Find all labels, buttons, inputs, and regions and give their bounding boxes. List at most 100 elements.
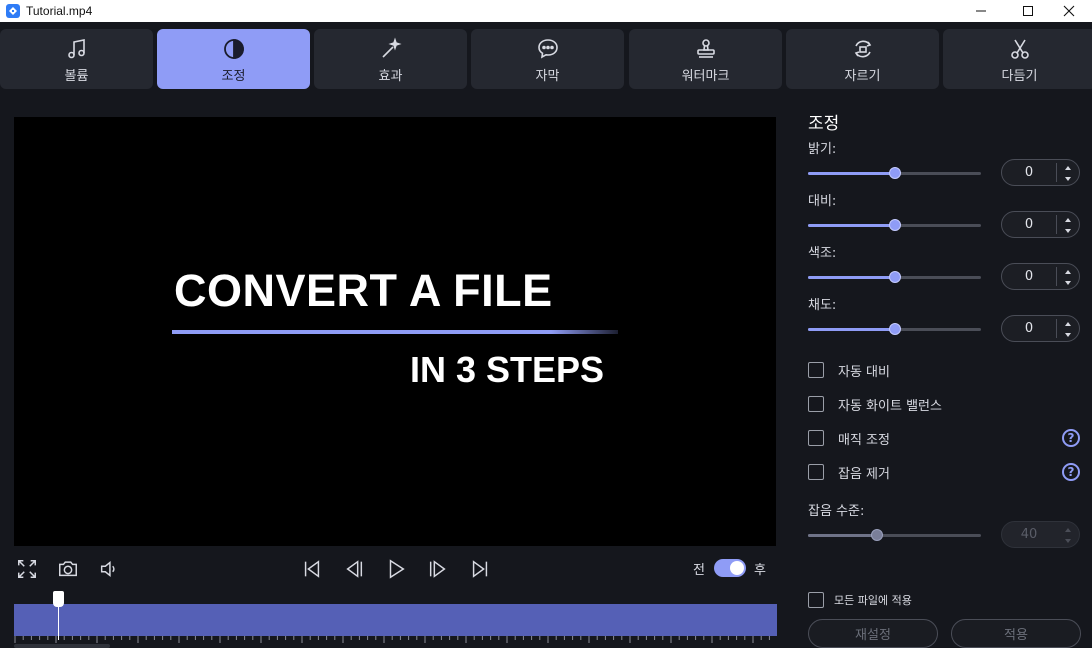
maximize-icon — [1023, 6, 1033, 16]
denoise-help-icon[interactable]: ? — [1062, 463, 1080, 481]
before-label: 전 — [693, 563, 705, 578]
camera-icon — [59, 561, 77, 577]
toggle-knob — [730, 561, 744, 575]
slider-fill — [808, 172, 895, 175]
scissors-icon — [1010, 39, 1029, 59]
hue-spinbox[interactable]: 0 — [1001, 263, 1080, 290]
tab-watermark[interactable]: 워터마크 — [629, 29, 782, 89]
speech-bubble-icon — [537, 38, 558, 58]
magic-adjust-option[interactable]: 매직 조정 — [808, 429, 890, 448]
auto-white-balance-checkbox[interactable] — [808, 396, 824, 412]
saturation-slider[interactable] — [808, 323, 981, 335]
checkbox-label: 자동 대비 — [838, 364, 890, 380]
previous-frame-button[interactable] — [341, 556, 367, 582]
spin-down-icon[interactable] — [1064, 280, 1072, 286]
tab-label: 자막 — [535, 68, 560, 84]
saturation-spinbox[interactable]: 0 — [1001, 315, 1080, 342]
auto-contrast-checkbox[interactable] — [808, 362, 824, 378]
checkbox-label: 자동 화이트 밸런스 — [838, 398, 942, 414]
slider-thumb[interactable] — [888, 167, 901, 179]
auto-contrast-option[interactable]: 자동 대비 — [808, 361, 890, 380]
brightness-value[interactable]: 0 — [1002, 160, 1056, 185]
spin-up-icon[interactable] — [1064, 269, 1072, 275]
timeline-ruler — [14, 636, 770, 643]
checkbox-label: 매직 조정 — [838, 432, 890, 448]
tab-subtitles[interactable]: 자막 — [471, 29, 624, 89]
saturation-label: 채도: — [808, 298, 837, 313]
tab-adjust[interactable]: 조정 — [157, 29, 310, 89]
saturation-value[interactable]: 0 — [1002, 316, 1056, 341]
timeline-track[interactable] — [14, 604, 777, 636]
slider-thumb[interactable] — [888, 323, 901, 335]
step-forward-icon — [429, 560, 446, 578]
fullscreen-icon — [18, 560, 36, 578]
magic-adjust-checkbox[interactable] — [808, 430, 824, 446]
music-note-icon — [67, 38, 85, 58]
tab-label: 조정 — [221, 68, 246, 84]
tool-tabs: 볼륨 조정 효과 자막 워터마크 자르기 다듬기 — [0, 29, 1092, 89]
minimize-button[interactable] — [958, 0, 1004, 22]
brightness-spinbox[interactable]: 0 — [1001, 159, 1080, 186]
contrast-spinbox[interactable]: 0 — [1001, 211, 1080, 238]
slider-thumb[interactable] — [888, 219, 901, 231]
noise-level-value[interactable]: 40 — [1002, 522, 1056, 547]
spin-up-icon[interactable] — [1064, 165, 1072, 171]
spin-down-icon[interactable] — [1064, 228, 1072, 234]
noise-level-spinbox[interactable]: 40 — [1001, 521, 1080, 548]
next-frame-button[interactable] — [425, 556, 451, 582]
brightness-label: 밝기: — [808, 142, 837, 157]
apply-all-checkbox[interactable] — [808, 592, 824, 608]
spin-down-icon[interactable] — [1064, 538, 1072, 544]
spin-up-icon[interactable] — [1064, 321, 1072, 327]
auto-white-balance-option[interactable]: 자동 화이트 밸런스 — [808, 395, 942, 414]
slider-thumb[interactable] — [871, 529, 884, 541]
tab-crop[interactable]: 자르기 — [786, 29, 939, 89]
step-back-icon — [346, 560, 363, 578]
tab-volume[interactable]: 볼륨 — [0, 29, 153, 89]
after-label: 후 — [754, 563, 766, 578]
denoise-option[interactable]: 잡음 제거 — [808, 463, 890, 482]
fullscreen-button[interactable] — [14, 556, 40, 582]
tab-label: 자르기 — [844, 68, 881, 84]
maximize-button[interactable] — [1005, 0, 1051, 22]
contrast-label: 대비: — [808, 194, 837, 209]
before-after-toggle[interactable] — [714, 559, 746, 577]
hue-slider[interactable] — [808, 271, 981, 283]
close-button[interactable] — [1046, 0, 1092, 22]
checkbox-label: 잡음 제거 — [838, 466, 890, 482]
close-icon — [1063, 5, 1075, 17]
spin-down-icon[interactable] — [1064, 332, 1072, 338]
checkbox-label: 모든 파일에 적용 — [834, 594, 912, 607]
contrast-slider[interactable] — [808, 219, 981, 231]
tab-label: 효과 — [378, 68, 403, 84]
magic-wand-icon — [381, 36, 402, 58]
reset-button[interactable]: 재설정 — [808, 619, 938, 648]
tab-trim[interactable]: 다듬기 — [943, 29, 1092, 89]
noise-level-slider[interactable] — [808, 529, 981, 541]
volume-button[interactable] — [96, 556, 122, 582]
apply-button[interactable]: 적용 — [951, 619, 1081, 648]
tab-effects[interactable]: 효과 — [314, 29, 467, 89]
play-button[interactable] — [383, 556, 409, 582]
brightness-slider[interactable] — [808, 167, 981, 179]
spin-down-icon[interactable] — [1064, 176, 1072, 182]
video-preview[interactable]: CONVERT A FILE IN 3 STEPS — [14, 117, 776, 546]
timeline-scrollbar[interactable] — [14, 644, 110, 648]
magic-adjust-help-icon[interactable]: ? — [1062, 429, 1080, 447]
snapshot-button[interactable] — [55, 556, 81, 582]
skip-to-start-button[interactable] — [299, 556, 325, 582]
apply-all-option[interactable]: 모든 파일에 적용 — [808, 591, 912, 609]
contrast-value[interactable]: 0 — [1002, 212, 1056, 237]
denoise-checkbox[interactable] — [808, 464, 824, 480]
skip-end-icon — [472, 560, 488, 578]
hue-value[interactable]: 0 — [1002, 264, 1056, 289]
hue-label: 색조: — [808, 246, 837, 261]
playhead-handle[interactable] — [53, 591, 64, 607]
tab-label: 워터마크 — [681, 68, 730, 84]
spin-up-icon[interactable] — [1064, 527, 1072, 533]
skip-to-end-button[interactable] — [467, 556, 493, 582]
slider-thumb[interactable] — [888, 271, 901, 283]
spin-up-icon[interactable] — [1064, 217, 1072, 223]
stamp-icon — [696, 38, 715, 58]
preview-subheadline: IN 3 STEPS — [410, 349, 605, 390]
